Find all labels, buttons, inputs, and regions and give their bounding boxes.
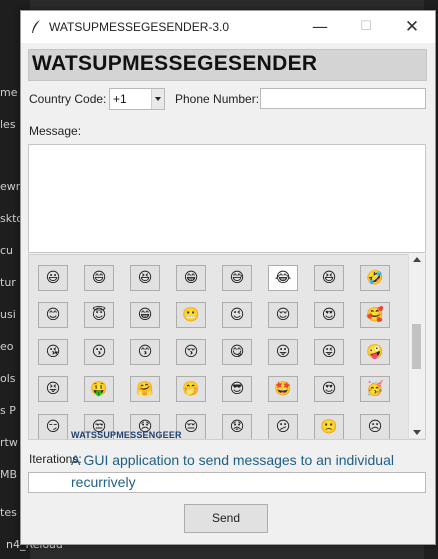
app-window: WATSUPMESSEGESENDER-3.0 — ☐ ✕ WATSUPMESS… [20,10,436,545]
emoji-button[interactable]: 😅 [222,265,252,291]
emoji-button[interactable]: ☹ [360,414,390,439]
message-label: Message: [29,124,82,138]
emoji-button[interactable]: 😕 [268,414,298,439]
emoji-button[interactable]: 🙁 [314,414,344,439]
emoji-button[interactable]: 😆 [130,265,160,291]
emoji-button[interactable]: 🤗 [130,376,160,402]
emoji-button[interactable]: 😘 [38,339,68,365]
emoji-button[interactable]: 😌 [268,302,298,328]
emoji-button[interactable]: 🤑 [84,376,114,402]
overlay-app-name: WATSSUPMESSENGEER [71,430,182,440]
emoji-button[interactable]: 🤭 [176,376,206,402]
emoji-button[interactable]: 😝 [38,376,68,402]
emoji-button[interactable]: 😙 [130,339,160,365]
chevron-down-icon[interactable] [151,89,164,109]
scroll-up-icon[interactable] [413,257,421,262]
emoji-button[interactable]: 😆 [314,265,344,291]
emoji-button[interactable]: 😏 [38,414,68,439]
emoji-button[interactable]: 😇 [84,302,114,328]
emoji-button[interactable]: 😊 [38,302,68,328]
overlay-description: A GUI application to send messages to an… [71,452,394,490]
close-button[interactable]: ✕ [389,11,435,43]
emoji-button[interactable]: 😬 [176,302,206,328]
emoji-button[interactable]: 😋 [222,339,252,365]
scrollbar-thumb[interactable] [412,324,421,369]
country-code-value: +1 [113,92,127,106]
title-bar: WATSUPMESSEGESENDER-3.0 — ☐ ✕ [21,11,435,43]
maximize-button[interactable]: ☐ [343,11,389,43]
emoji-panel: 😃 😄 😆 😁 😅 😂 😆 🤣 😊 😇 😁 😬 😉 😌 😍 🥰 😘 😗 😙 😚 😋 😛 😜 🤪 😝 🤑 🤗 🤭 😎 🤩 😍 🥳 😏 😒 😞 😔 😟 😕 🙁 ☹ [28,254,426,440]
emoji-button[interactable]: 😁 [130,302,160,328]
emoji-button[interactable]: 😄 [84,265,114,291]
country-code-label: Country Code: [29,92,107,106]
emoji-button[interactable]: 😟 [222,414,252,439]
send-button[interactable]: Send [184,504,268,533]
window-title: WATSUPMESSEGESENDER-3.0 [49,20,230,34]
emoji-button[interactable]: 😛 [268,339,298,365]
emoji-button[interactable]: 🤪 [360,339,390,365]
emoji-scrollbar[interactable] [408,254,425,438]
emoji-button[interactable]: 🤩 [268,376,298,402]
emoji-button[interactable]: 🤣 [360,265,390,291]
country-code-select[interactable]: +1 [109,88,165,110]
emoji-button[interactable]: 😁 [176,265,206,291]
scroll-down-icon[interactable] [413,430,421,435]
phone-number-label: Phone Number: [175,92,260,106]
emoji-button[interactable]: 😂 [268,265,298,291]
feather-icon [32,20,40,33]
emoji-button[interactable]: 🥰 [360,302,390,328]
message-textarea[interactable] [28,144,426,253]
emoji-button[interactable]: 😉 [222,302,252,328]
emoji-button[interactable]: 😎 [222,376,252,402]
emoji-button[interactable]: 😚 [176,339,206,365]
app-header-title: WATSUPMESSEGESENDER [32,52,318,75]
emoji-button[interactable]: 😜 [314,339,344,365]
emoji-button[interactable]: 😍 [314,302,344,328]
emoji-button[interactable]: 🥳 [360,376,390,402]
emoji-button[interactable]: 😍 [314,376,344,402]
minimize-button[interactable]: — [297,11,343,43]
app-header: WATSUPMESSEGESENDER [28,49,427,81]
phone-number-input[interactable] [260,88,426,109]
emoji-button[interactable]: 😃 [38,265,68,291]
emoji-button[interactable]: 😗 [84,339,114,365]
